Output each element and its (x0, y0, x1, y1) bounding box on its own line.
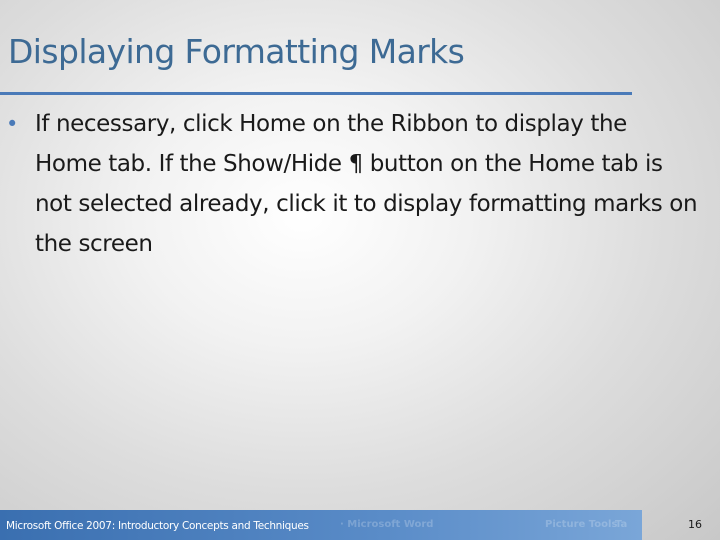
bullet-item: • If necessary, click Home on the Ribbon… (0, 104, 700, 264)
slide-number: 16 (688, 518, 702, 531)
slide-title: Displaying Formatting Marks (8, 32, 465, 71)
bullet-list: • If necessary, click Home on the Ribbon… (0, 104, 700, 264)
footer-watermark: · Microsoft Word (340, 519, 434, 530)
footer-watermark: Picture Tools (545, 519, 618, 530)
title-divider (0, 92, 632, 95)
footer-text: Microsoft Office 2007: Introductory Conc… (6, 520, 309, 532)
bullet-marker: • (6, 112, 18, 136)
footer-watermark: Ta (615, 519, 628, 530)
slide: { "slide": { "title": "Displaying Format… (0, 0, 720, 540)
bullet-text: If necessary, click Home on the Ribbon t… (35, 111, 698, 257)
